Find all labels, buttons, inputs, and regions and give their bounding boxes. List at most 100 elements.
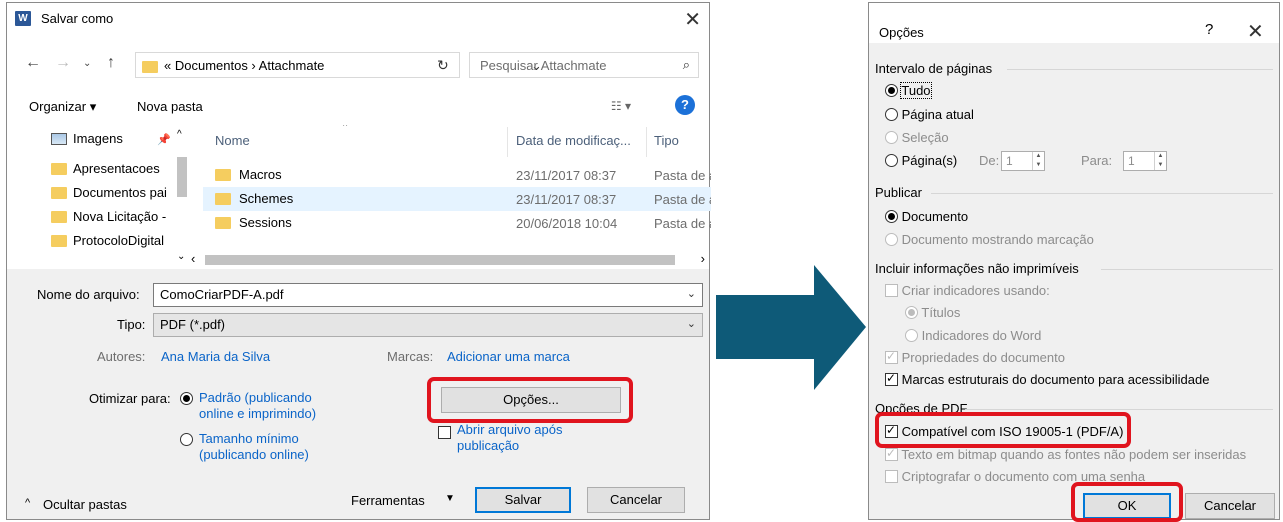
folder-icon <box>215 169 231 181</box>
radio-selection[interactable]: Seleção <box>885 130 949 145</box>
file-list-hscrollbar[interactable]: ‹ › <box>185 251 711 269</box>
table-row[interactable]: Schemes 23/11/2017 08:37 Pasta de a <box>203 187 711 211</box>
save-dialog-titlebar: W Salvar como ✕ <box>7 3 709 33</box>
help-icon[interactable]: ? <box>1205 21 1213 38</box>
back-arrow-icon[interactable]: ← <box>25 54 41 72</box>
column-separator[interactable] <box>507 127 508 157</box>
organize-menu[interactable]: Organizar ▾ <box>29 99 96 115</box>
optimize-label: Otimizar para: <box>89 391 171 406</box>
scroll-up-icon[interactable]: ^ <box>177 129 182 140</box>
tags-label: Marcas: <box>387 349 434 364</box>
publish-group-label: Publicar <box>875 185 922 200</box>
ok-highlight-frame <box>1071 482 1183 522</box>
recent-dropdown-icon[interactable]: ⌄ <box>83 58 91 69</box>
folder-icon <box>142 61 158 73</box>
dialog-toolbar: Organizar ▾ Nova pasta ☷ ▾ ? <box>7 93 709 121</box>
folder-icon <box>51 187 67 199</box>
scroll-left-icon[interactable]: ‹ <box>191 251 195 266</box>
address-bar[interactable]: « Documentos › Attachmate ⌄ <box>135 52 542 78</box>
open-after-checkbox[interactable] <box>438 425 451 440</box>
new-folder-button[interactable]: Nova pasta <box>137 99 203 114</box>
pin-icon: 📌 <box>157 134 171 146</box>
hide-folders-button[interactable]: Ocultar pastas <box>43 497 127 512</box>
create-bookmarks-checkbox[interactable]: Criar indicadores usando: <box>885 283 1050 298</box>
tools-menu[interactable]: Ferramentas <box>351 493 425 508</box>
nav-item-apresentacoes[interactable]: Apresentacoes <box>51 161 176 183</box>
file-list: ^ Nome Data de modificaç... Tipo Macros … <box>203 125 711 270</box>
filename-label: Nome do arquivo: <box>37 287 140 302</box>
from-label: De: <box>979 153 1000 168</box>
radio-minimum-label-2[interactable]: (publicando online) <box>199 447 309 462</box>
breadcrumb[interactable]: « Documentos › Attachmate <box>164 58 324 73</box>
close-icon[interactable]: ✕ <box>1247 19 1264 44</box>
address-row: ← → ⌄ ↑ « Documentos › Attachmate ⌄ ↻ Pe… <box>7 48 709 82</box>
bitmap-text-checkbox[interactable]: Texto em bitmap quando as fontes não pod… <box>885 446 1246 462</box>
doc-properties-checkbox[interactable]: Propriedades do documento <box>885 349 1065 365</box>
authors-value[interactable]: Ana Maria da Silva <box>161 349 270 364</box>
chevron-down-icon[interactable]: ⌄ <box>687 317 696 330</box>
nav-item-protocolo[interactable]: ProtocoloDigital <box>51 233 176 255</box>
spinner-arrows-icon[interactable]: ▲ ▼ <box>1032 152 1044 170</box>
non-printing-group-label: Incluir informações não imprimíveis <box>875 261 1079 276</box>
scroll-right-icon[interactable]: › <box>701 251 705 266</box>
chevron-down-icon[interactable]: ⌄ <box>687 287 696 300</box>
nav-scrollbar[interactable]: ^ ⌄ <box>175 129 189 269</box>
radio-minimum-label-1[interactable]: Tamanho mínimo <box>199 431 299 446</box>
to-spinner[interactable]: 1 ▲ ▼ <box>1123 151 1167 171</box>
radio-standard-label-1[interactable]: Padrão (publicando <box>199 390 312 405</box>
radio-headings[interactable]: Títulos <box>905 305 960 320</box>
open-after-label-1[interactable]: Abrir arquivo após <box>457 422 563 437</box>
filename-field[interactable]: ComoCriarPDF-A.pdf ⌄ <box>153 283 703 307</box>
nav-item-imagens[interactable]: Imagens 📌 <box>51 131 176 153</box>
radio-document-markup[interactable]: Documento mostrando marcação <box>885 232 1094 247</box>
search-icon[interactable]: ⌕ <box>683 57 690 73</box>
radio-minimum[interactable] <box>180 432 193 447</box>
structure-tags-checkbox[interactable]: Marcas estruturais do documento para ace… <box>885 371 1209 387</box>
open-after-check[interactable] <box>438 426 451 439</box>
radio-word-bookmarks[interactable]: Indicadores do Word <box>905 328 1041 343</box>
scroll-thumb[interactable] <box>177 157 187 197</box>
nav-item-documentos[interactable]: Documentos pai <box>51 185 176 207</box>
column-header-name[interactable]: Nome <box>215 133 250 148</box>
radio-pages[interactable]: Página(s) <box>885 153 957 168</box>
column-header-type[interactable]: Tipo <box>654 133 679 148</box>
help-icon[interactable]: ? <box>675 95 695 115</box>
close-icon[interactable]: ✕ <box>684 7 701 32</box>
folder-icon <box>215 217 231 229</box>
nav-item-nova-licitacao[interactable]: Nova Licitação - <box>51 209 176 231</box>
file-type-select[interactable]: PDF (*.pdf) ⌄ <box>153 313 703 337</box>
folder-icon <box>51 235 67 247</box>
chevron-up-icon[interactable]: ^ <box>25 497 30 509</box>
navigation-pane: Imagens 📌 Apresentacoes Documentos pai No… <box>37 125 193 270</box>
up-arrow-icon[interactable]: ↑ <box>107 54 115 72</box>
view-options-icon[interactable]: ☷ ▾ <box>611 99 631 113</box>
options-highlight-frame <box>427 377 633 423</box>
radio-all[interactable]: Tudo <box>885 82 932 99</box>
hscroll-thumb[interactable] <box>205 255 675 265</box>
radio-current-page[interactable]: Página atual <box>885 107 974 122</box>
column-separator[interactable] <box>646 127 647 157</box>
radio-standard-dot[interactable] <box>180 392 193 405</box>
radio-minimum-dot[interactable] <box>180 433 193 446</box>
cancel-button[interactable]: Cancelar <box>587 487 685 513</box>
add-tag-link[interactable]: Adicionar uma marca <box>447 349 570 364</box>
table-row[interactable]: Sessions 20/06/2018 10:04 Pasta de a <box>203 211 711 235</box>
to-label: Para: <box>1081 153 1113 168</box>
open-after-label-2[interactable]: publicação <box>457 438 519 453</box>
spinner-arrows-icon[interactable]: ▲ ▼ <box>1154 152 1166 170</box>
radio-document[interactable]: Documento <box>885 209 968 224</box>
forward-arrow-icon[interactable]: → <box>55 54 71 72</box>
radio-standard-label-2[interactable]: online e imprimindo) <box>199 406 316 421</box>
cancel-button[interactable]: Cancelar <box>1185 493 1275 519</box>
save-as-dialog: W Salvar como ✕ ← → ⌄ ↑ « Documentos › A… <box>6 2 711 520</box>
save-button[interactable]: Salvar <box>475 487 571 513</box>
column-header-date[interactable]: Data de modificaç... <box>516 133 631 148</box>
table-row[interactable]: Macros 23/11/2017 08:37 Pasta de a <box>203 163 711 187</box>
refresh-icon[interactable]: ↻ <box>437 57 449 74</box>
chevron-down-icon[interactable]: ▼ <box>445 493 455 504</box>
search-input[interactable]: Pesquisar Attachmate ⌕ <box>469 52 699 78</box>
pictures-icon <box>51 133 67 145</box>
from-spinner[interactable]: 1 ▲ ▼ <box>1001 151 1045 171</box>
folder-icon <box>51 211 67 223</box>
radio-standard[interactable] <box>180 391 193 406</box>
